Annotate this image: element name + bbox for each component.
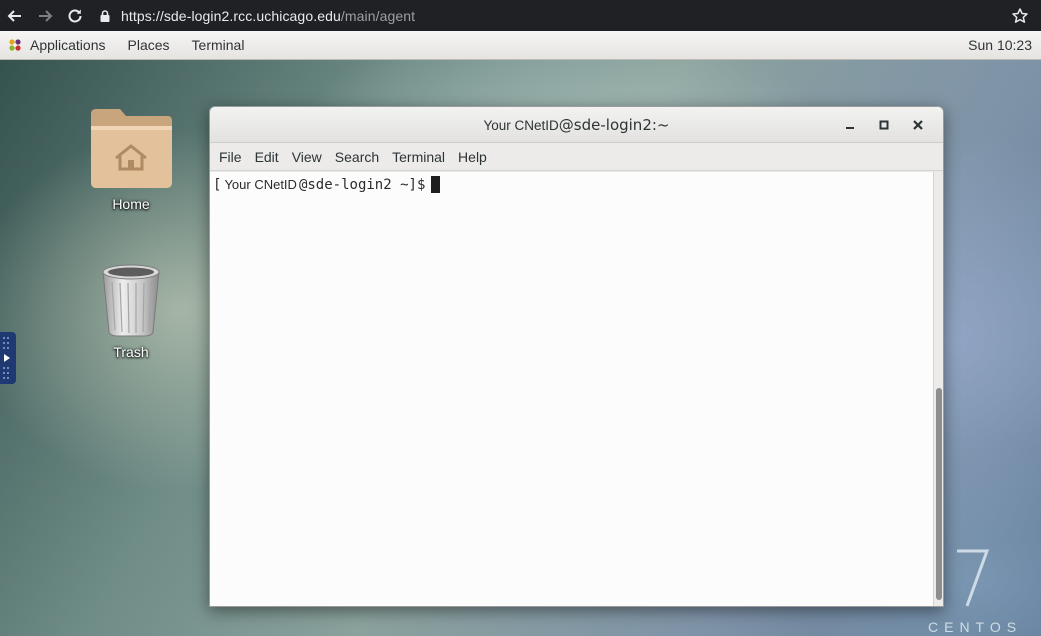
terminal-menu-bar: File Edit View Search Terminal Help	[210, 143, 943, 171]
terminal-output[interactable]: [ Your CNetID @sde-login2 ~]$	[210, 172, 935, 606]
close-icon	[913, 120, 923, 130]
side-panel-handle[interactable]	[0, 332, 16, 384]
star-icon	[1012, 7, 1028, 23]
reload-icon	[68, 9, 82, 22]
reload-button[interactable]	[60, 0, 90, 31]
url-path: /main/agent	[340, 7, 416, 24]
scrollbar-thumb[interactable]	[936, 388, 942, 600]
trash-label: Trash	[113, 344, 149, 360]
applications-menu[interactable]: Applications	[7, 37, 106, 53]
browser-toolbar: https://sde-login2.rcc.uchicago.edu/main…	[0, 0, 1041, 31]
window-controls	[833, 107, 935, 143]
maximize-icon	[879, 120, 889, 130]
arrow-left-icon	[7, 9, 21, 22]
centos-logo-text: CENTOS	[928, 619, 1023, 635]
minimize-button[interactable]	[833, 107, 867, 143]
menu-file[interactable]: File	[218, 149, 249, 165]
desktop-icon-trash[interactable]: Trash	[81, 262, 181, 360]
applications-label: Applications	[30, 37, 106, 53]
places-menu[interactable]: Places	[128, 37, 170, 53]
window-title: Your CNetID@sde-login2:~	[484, 116, 670, 134]
menu-view[interactable]: View	[291, 149, 329, 165]
close-button[interactable]	[901, 107, 935, 143]
terminal-window: Your CNetID@sde-login2:~ File Edit View …	[209, 106, 944, 607]
home-label: Home	[112, 196, 150, 212]
terminal-title-bar[interactable]: Your CNetID@sde-login2:~	[210, 107, 943, 143]
gnome-apps-icon	[9, 39, 21, 51]
gnome-top-panel: Applications Places Terminal Sun 10:23	[0, 31, 1041, 60]
prompt-host: @sde-login2 ~]$	[298, 176, 426, 193]
menu-search[interactable]: Search	[334, 149, 386, 165]
lock-icon	[100, 9, 110, 22]
terminal-scrollbar[interactable]	[933, 172, 943, 606]
desktop: Home Trash CENTOS Your CNetID@sde-login2…	[0, 60, 1041, 636]
maximize-button[interactable]	[867, 107, 901, 143]
panel-clock[interactable]: Sun 10:23	[968, 37, 1032, 53]
prompt-bracket: [	[213, 176, 222, 193]
home-folder-icon	[91, 109, 172, 188]
terminal-app-menu[interactable]: Terminal	[192, 37, 245, 53]
back-button[interactable]	[0, 0, 30, 31]
arrow-right-icon	[39, 9, 53, 22]
prompt-user: Your CNetID	[224, 177, 297, 192]
expand-arrow-icon	[3, 337, 10, 379]
url-text: https://sde-login2.rcc.uchicago.edu/main…	[121, 8, 415, 24]
menu-terminal[interactable]: Terminal	[391, 149, 452, 165]
terminal-cursor	[431, 176, 441, 193]
menu-help[interactable]: Help	[457, 149, 494, 165]
menu-edit[interactable]: Edit	[254, 149, 286, 165]
bookmark-button[interactable]	[1005, 0, 1035, 31]
shell-prompt: [ Your CNetID @sde-login2 ~]$	[213, 176, 441, 193]
title-host: @sde-login2:~	[558, 115, 670, 134]
minimize-icon	[846, 127, 854, 129]
forward-button[interactable]	[30, 0, 60, 31]
desktop-icon-home[interactable]: Home	[81, 106, 181, 212]
trash-icon	[102, 264, 160, 337]
title-user: Your CNetID	[483, 117, 559, 133]
url-host: https://sde-login2.rcc.uchicago.edu	[121, 7, 341, 24]
address-bar[interactable]: https://sde-login2.rcc.uchicago.edu/main…	[98, 0, 1005, 31]
